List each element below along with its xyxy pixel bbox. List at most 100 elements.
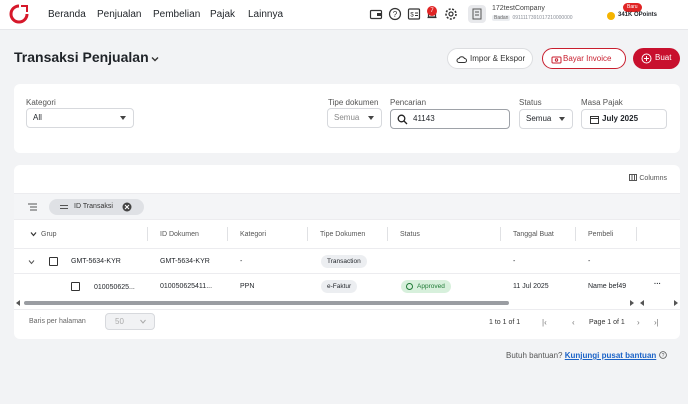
- group-row-kategori: -: [240, 258, 243, 265]
- new-badge: Baru: [623, 3, 642, 12]
- detail-row-checkbox[interactable]: [71, 282, 80, 291]
- group-row-id-dokumen: GMT-5634-KYR: [160, 258, 210, 265]
- nav-pajak[interactable]: Pajak: [210, 9, 235, 20]
- company-name[interactable]: 172testCompany: [492, 5, 545, 12]
- kategori-select[interactable]: All: [26, 108, 134, 128]
- first-page-icon[interactable]: |‹: [542, 318, 547, 327]
- search-icon: [397, 114, 408, 125]
- list-icon[interactable]: [28, 203, 37, 211]
- page-title: Transaksi Penjualan: [14, 49, 149, 65]
- search-input[interactable]: 41143: [390, 109, 510, 129]
- tax-document-icon[interactable]: $: [407, 7, 421, 21]
- cloud-icon: [456, 56, 467, 63]
- caret-down-icon: [368, 116, 374, 120]
- scroll-right-arrow[interactable]: [630, 300, 634, 306]
- gear-icon[interactable]: [444, 7, 458, 21]
- coin-icon: [607, 12, 615, 20]
- caret-down-icon: [120, 116, 126, 120]
- svg-text:?: ?: [393, 10, 398, 19]
- kategori-label: Kategori: [26, 98, 56, 107]
- status-select[interactable]: Semua: [519, 109, 573, 129]
- group-row-grup: GMT-5634-KYR: [71, 258, 121, 265]
- header-kategori[interactable]: Kategori: [240, 231, 266, 238]
- pagination-page: Page 1 of 1: [589, 319, 625, 326]
- masa-pajak-picker[interactable]: July 2025: [581, 109, 667, 129]
- row-divider: [14, 309, 680, 310]
- header-pembeli[interactable]: Pembeli: [588, 231, 613, 238]
- group-chip-id-transaksi[interactable]: ID Transaksi: [49, 199, 144, 215]
- import-export-button[interactable]: Impor & Ekspor: [447, 48, 533, 69]
- previous-page-icon[interactable]: ‹: [572, 318, 575, 327]
- pajakku-logo[interactable]: [9, 4, 29, 24]
- nav-beranda[interactable]: Beranda: [48, 9, 86, 20]
- help-icon[interactable]: ?: [388, 7, 402, 21]
- rows-per-page-label: Baris per halaman: [29, 318, 86, 325]
- filter-panel: Kategori All Tipe dokumen Semua Pencaria…: [14, 84, 680, 153]
- columns-icon: [629, 174, 638, 181]
- header-grup[interactable]: Grup: [41, 231, 57, 238]
- document-type-pill: Transaction: [321, 255, 367, 268]
- wallet-icon[interactable]: [369, 7, 383, 21]
- next-page-icon[interactable]: ›: [637, 318, 640, 327]
- column-separator: [500, 227, 501, 241]
- row-divider: [14, 273, 680, 274]
- nav-penjualan[interactable]: Penjualan: [97, 9, 141, 20]
- nav-pembelian[interactable]: Pembelian: [153, 9, 200, 20]
- columns-button[interactable]: Columns: [629, 174, 667, 182]
- row-divider: [14, 248, 680, 249]
- rows-per-page-select[interactable]: 50: [105, 313, 155, 330]
- notification-badge: 7: [427, 6, 437, 16]
- header-tipe-dokumen[interactable]: Tipe Dokumen: [320, 231, 365, 238]
- pay-invoice-button[interactable]: Bayar Invoice: [542, 48, 626, 69]
- pagination-range: 1 to 1 of 1: [489, 319, 521, 326]
- masa-pajak-label: Masa Pajak: [581, 98, 623, 107]
- header-tanggal-buat[interactable]: Tanggal Buat: [513, 231, 554, 238]
- group-row-tanggal: -: [513, 258, 516, 265]
- transactions-table: Columns ID Transaksi Grup ID Dokumen Kat…: [14, 165, 680, 339]
- svg-text:$: $: [410, 13, 414, 19]
- question-circle-icon[interactable]: ?: [658, 351, 667, 359]
- pencarian-label: Pencarian: [390, 98, 427, 107]
- create-button[interactable]: Buat: [633, 48, 680, 69]
- building-icon: [472, 8, 482, 20]
- collapse-all-icon[interactable]: [30, 231, 37, 237]
- tipe-dokumen-label: Tipe dokumen: [328, 98, 379, 107]
- status-badge: Approved: [401, 280, 451, 293]
- caret-down-icon: [559, 117, 565, 121]
- help-center-link[interactable]: Kunjungi pusat bantuan: [565, 351, 657, 360]
- calendar-icon: [590, 116, 599, 124]
- company-avatar[interactable]: [468, 5, 486, 23]
- group-row-checkbox[interactable]: [49, 257, 58, 266]
- opoints-balance[interactable]: 341K OPoints: [618, 12, 657, 18]
- status-label: Status: [519, 98, 542, 107]
- last-page-icon[interactable]: ›|: [654, 318, 659, 327]
- chevron-down-icon: [140, 319, 146, 324]
- detail-row-grup: 010050625...: [94, 284, 135, 291]
- detail-row-tanggal: 11 Jul 2025: [513, 283, 549, 290]
- header-id-dokumen[interactable]: ID Dokumen: [160, 231, 199, 238]
- column-separator: [307, 227, 308, 241]
- column-separator: [147, 227, 148, 241]
- detail-row-pembeli: Name bef49: [588, 283, 627, 290]
- company-type-tag: Badan: [492, 15, 511, 21]
- top-navigation-bar: Beranda Penjualan Pembelian Pajak Lainny…: [0, 0, 688, 30]
- chevron-down-icon[interactable]: [150, 54, 160, 64]
- svg-text:?: ?: [661, 353, 664, 359]
- money-icon: [551, 56, 562, 64]
- drag-handle-icon: [60, 205, 68, 209]
- header-status[interactable]: Status: [400, 231, 420, 238]
- detail-row-id-dokumen[interactable]: 010050625411...: [160, 283, 212, 290]
- row-actions-button[interactable]: ···: [654, 281, 661, 288]
- chevron-down-icon[interactable]: [28, 259, 35, 265]
- scroll-left-arrow[interactable]: [16, 300, 20, 306]
- tipe-dokumen-select[interactable]: Semua: [327, 108, 382, 128]
- column-separator: [636, 227, 637, 241]
- pinned-scroll-right-arrow[interactable]: [674, 300, 678, 306]
- row-group-panel: ID Transaksi: [14, 193, 680, 220]
- pinned-scroll-left-arrow[interactable]: [640, 300, 644, 306]
- remove-chip-icon[interactable]: [122, 202, 132, 212]
- nav-lainnya[interactable]: Lainnya: [248, 9, 283, 20]
- horizontal-scrollbar-thumb[interactable]: [24, 301, 509, 305]
- document-type-pill: e-Faktur: [321, 280, 358, 293]
- check-circle-icon: [406, 283, 413, 290]
